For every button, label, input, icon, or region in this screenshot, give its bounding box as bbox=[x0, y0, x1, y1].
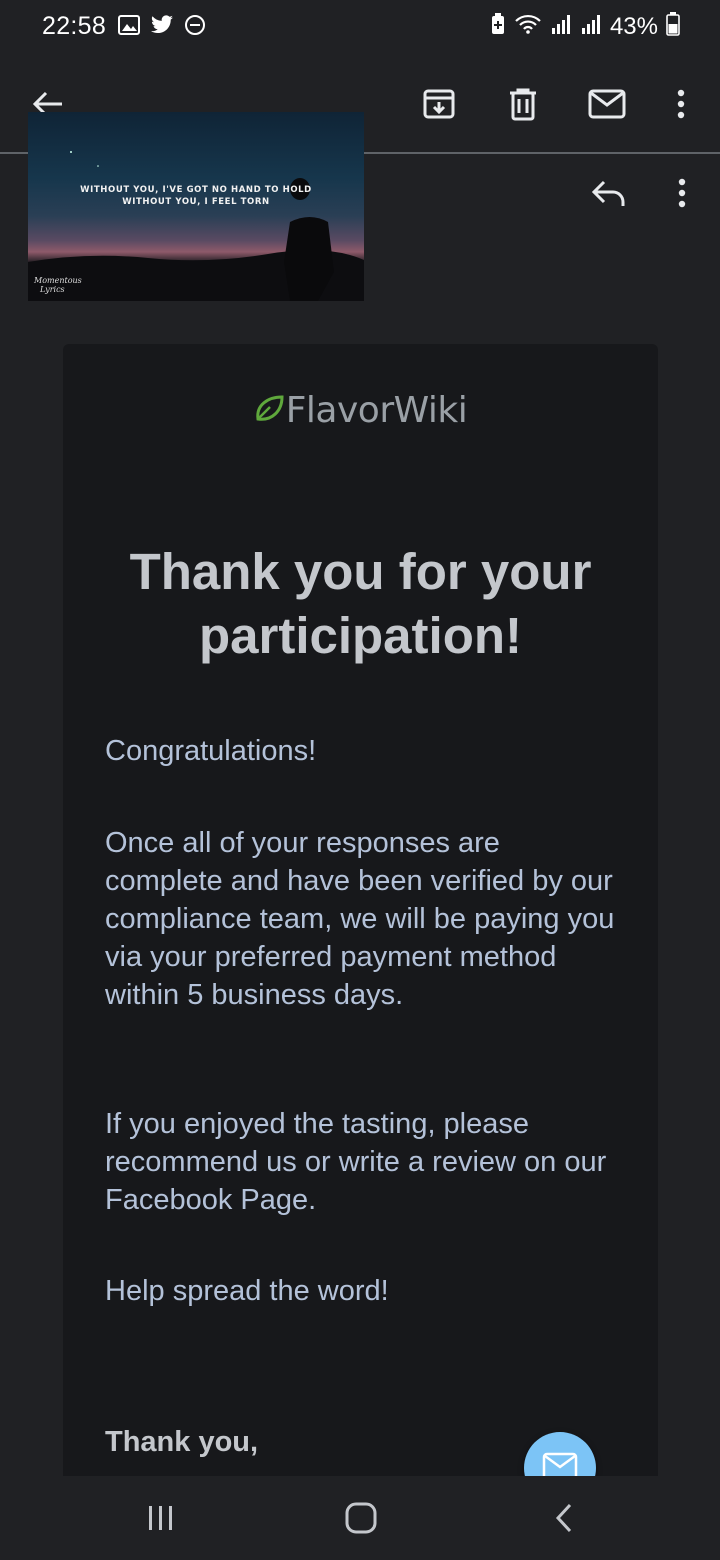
email-heading: Thank you for your participation! bbox=[129, 543, 592, 664]
do-not-disturb-icon bbox=[184, 14, 206, 41]
signal-icon bbox=[550, 13, 572, 40]
leaf-icon bbox=[254, 393, 284, 428]
status-bar: 22:58 43% bbox=[0, 0, 720, 56]
thumbnail-signature: Momentous Lyrics bbox=[34, 276, 82, 294]
more-vert-icon[interactable] bbox=[659, 82, 703, 126]
archive-icon[interactable] bbox=[417, 82, 461, 126]
email-paragraph: Help spread the word! bbox=[105, 1275, 389, 1307]
message-more-icon[interactable] bbox=[670, 176, 694, 210]
email-paragraph: Once all of your responses are complete … bbox=[105, 827, 615, 1011]
twitter-icon bbox=[150, 15, 174, 40]
signal-icon bbox=[580, 13, 602, 40]
status-time: 22:58 bbox=[42, 12, 107, 40]
status-notification-icons bbox=[118, 14, 206, 41]
status-system-icons: 43% bbox=[490, 12, 680, 41]
email-signoff: Thank you, bbox=[105, 1426, 259, 1458]
flavorwiki-logo: FlavorWiki bbox=[63, 390, 658, 431]
battery-saver-icon bbox=[490, 13, 506, 40]
delete-icon[interactable] bbox=[501, 82, 545, 126]
home-icon[interactable] bbox=[331, 1498, 391, 1538]
battery-icon bbox=[666, 12, 680, 41]
recent-apps-icon[interactable] bbox=[131, 1498, 191, 1538]
mark-unread-icon[interactable] bbox=[585, 82, 629, 126]
email-paragraph: If you enjoyed the tasting, please recom… bbox=[105, 1108, 607, 1216]
thumbnail-caption-line1: WITHOUT YOU, I'VE GOT NO HAND TO HOLD bbox=[80, 185, 312, 195]
gallery-icon bbox=[118, 15, 140, 40]
battery-percent: 43% bbox=[609, 12, 658, 40]
sender-image[interactable]: WITHOUT YOU, I'VE GOT NO HAND TO HOLD WI… bbox=[28, 112, 364, 301]
back-icon[interactable] bbox=[534, 1498, 594, 1538]
wifi-icon bbox=[514, 13, 542, 40]
system-navigation-bar bbox=[0, 1476, 720, 1560]
thumbnail-caption-line2: WITHOUT YOU, I FEEL TORN bbox=[122, 197, 270, 207]
email-body: FlavorWiki Thank you for your participat… bbox=[63, 344, 658, 1484]
reply-icon[interactable] bbox=[590, 176, 628, 210]
email-paragraph: Congratulations! bbox=[105, 735, 317, 767]
